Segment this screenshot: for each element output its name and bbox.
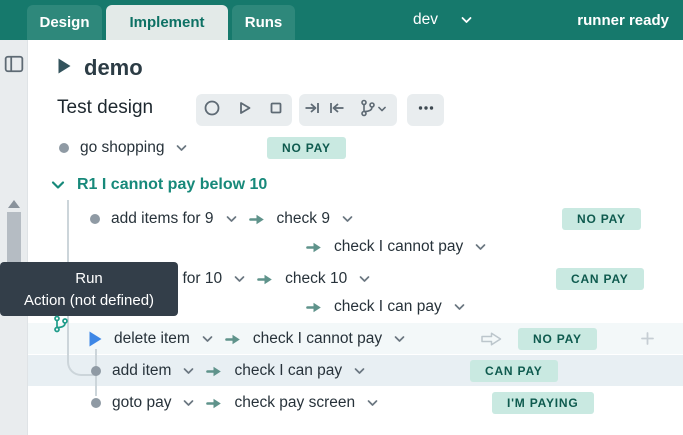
- chevron-down-icon[interactable]: [341, 213, 354, 225]
- step-controls-group: [299, 94, 397, 126]
- env-value: dev: [413, 11, 438, 29]
- pay-status-badge: CAN PAY: [470, 360, 558, 382]
- chevron-down-icon[interactable]: [175, 142, 188, 154]
- action-label: add item: [112, 362, 171, 380]
- skip-to-start-icon: [328, 99, 346, 122]
- tree-row-delete-item[interactable]: delete item check I cannot pay NO PAY: [28, 324, 683, 354]
- tooltip: Run Action (not defined): [0, 262, 178, 316]
- tree-row-go-shopping[interactable]: go shopping NO PAY: [28, 133, 683, 163]
- transition-arrow-icon: [206, 365, 223, 378]
- run-button[interactable]: [235, 94, 253, 126]
- skip-to-end-button[interactable]: [303, 94, 321, 126]
- branch-icon: [359, 99, 377, 122]
- chevron-down-icon[interactable]: [233, 273, 246, 285]
- tree-row-r1-group[interactable]: R1 I cannot pay below 10: [28, 170, 683, 200]
- action-label: add items for 9: [111, 210, 214, 228]
- runner-status: runner ready: [577, 0, 669, 40]
- chevron-down-icon[interactable]: [474, 241, 487, 253]
- state-bullet-icon: [59, 143, 69, 153]
- check-label: check I can pay: [334, 298, 442, 316]
- transition-arrow-icon: [225, 333, 242, 346]
- tree-row-check-i-cannot-pay[interactable]: check I cannot pay: [28, 232, 683, 262]
- branch-icon[interactable]: [52, 315, 70, 338]
- chevron-down-icon[interactable]: [353, 365, 366, 377]
- app-header: Design Implement Runs dev runner ready: [0, 0, 683, 40]
- transition-arrow-icon: [249, 213, 266, 226]
- stop-icon: [267, 99, 285, 122]
- tree-row-goto-pay[interactable]: goto pay check pay screen I'M PAYING: [28, 388, 683, 418]
- tree-row-add-item[interactable]: add item check I can pay CAN PAY: [28, 356, 683, 386]
- chevron-down-icon[interactable]: [182, 365, 195, 377]
- record-button[interactable]: [203, 94, 221, 126]
- state-bullet-icon: [91, 366, 101, 376]
- chevron-down-icon: [377, 101, 387, 119]
- model-title-row: demo: [57, 55, 143, 81]
- tab-design[interactable]: Design: [27, 5, 102, 40]
- chevron-down-icon[interactable]: [366, 397, 379, 409]
- chevron-down-icon[interactable]: [358, 273, 371, 285]
- state-label: go shopping: [80, 139, 164, 157]
- play-icon: [235, 99, 253, 122]
- row-play-button[interactable]: [88, 330, 103, 348]
- add-transition-button[interactable]: [640, 331, 655, 351]
- chevron-down-icon[interactable]: [453, 301, 466, 313]
- action-label: delete item: [114, 330, 190, 348]
- model-play-icon[interactable]: [57, 57, 72, 80]
- check-label: check I cannot pay: [334, 238, 463, 256]
- tab-implement[interactable]: Implement: [106, 5, 228, 40]
- state-bullet-icon: [91, 398, 101, 408]
- chevron-expanded-icon[interactable]: [50, 177, 66, 193]
- more-group: [407, 94, 444, 126]
- transition-arrow-icon: [306, 241, 323, 254]
- tree-row-add-items-for-9[interactable]: add items for 9 check 9 NO PAY: [28, 204, 683, 234]
- chevron-down-icon[interactable]: [225, 213, 238, 225]
- tooltip-subtitle: Action (not defined): [0, 290, 178, 312]
- transition-arrow-icon: [257, 273, 274, 286]
- collapse-panel-icon[interactable]: [4, 54, 24, 74]
- chevron-down-icon[interactable]: [201, 333, 214, 345]
- circle-icon: [203, 99, 221, 122]
- pay-status-badge: NO PAY: [562, 208, 641, 230]
- skip-to-start-button[interactable]: [328, 94, 346, 126]
- check-label: check 9: [277, 210, 330, 228]
- env-selector[interactable]: dev: [413, 0, 473, 40]
- pay-status-badge: CAN PAY: [556, 268, 644, 290]
- state-bullet-icon: [90, 214, 100, 224]
- check-label: check 10: [285, 270, 347, 288]
- transition-arrow-icon: [306, 301, 323, 314]
- run-controls-group: [196, 94, 292, 126]
- chevron-down-icon: [460, 14, 473, 26]
- check-label: check pay screen: [234, 394, 355, 412]
- ellipsis-icon: [417, 99, 435, 122]
- requirement-label: R1 I cannot pay below 10: [77, 176, 267, 194]
- stop-button[interactable]: [267, 94, 285, 126]
- ghost-arrow-icon: [480, 331, 503, 352]
- skip-to-end-icon: [303, 99, 321, 122]
- check-label: check I cannot pay: [253, 330, 382, 348]
- app-window: Design Implement Runs dev runner ready d…: [0, 0, 683, 435]
- section-title: Test design: [57, 97, 153, 119]
- chevron-down-icon[interactable]: [182, 397, 195, 409]
- pay-status-badge: I'M PAYING: [492, 392, 594, 414]
- action-label: goto pay: [112, 394, 171, 412]
- chevron-down-icon[interactable]: [393, 333, 406, 345]
- check-label: check I can pay: [234, 362, 342, 380]
- tooltip-title: Run: [0, 268, 178, 290]
- page-title: demo: [84, 55, 143, 81]
- scrollbar-thumb[interactable]: [7, 212, 21, 264]
- pay-status-badge: NO PAY: [518, 328, 597, 350]
- transition-arrow-icon: [206, 397, 223, 410]
- tab-runs[interactable]: Runs: [232, 5, 295, 40]
- scroll-up-arrow[interactable]: [8, 200, 20, 208]
- more-button[interactable]: [417, 94, 435, 126]
- pay-status-badge: NO PAY: [267, 137, 346, 159]
- branch-select-button[interactable]: [353, 94, 393, 126]
